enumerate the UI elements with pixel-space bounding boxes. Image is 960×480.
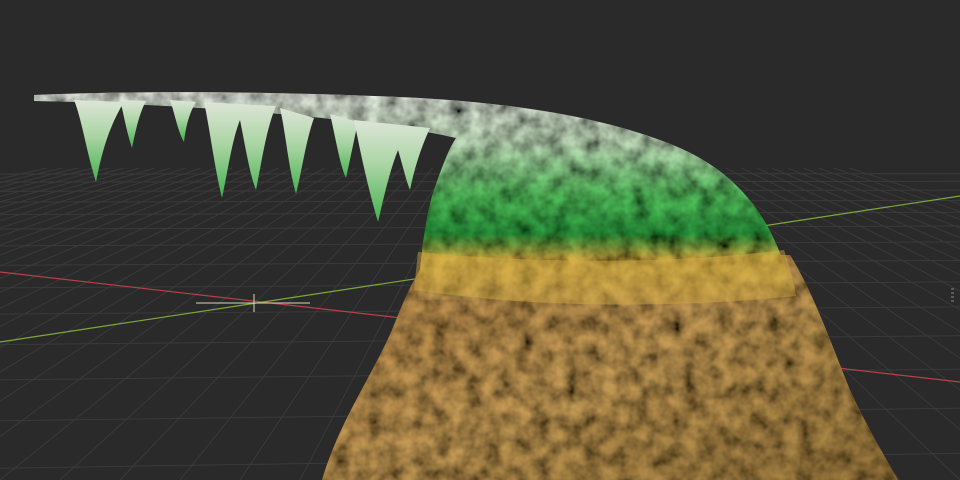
3d-viewport[interactable] bbox=[0, 0, 960, 480]
scene-canvas[interactable] bbox=[0, 0, 960, 480]
resize-handle[interactable] bbox=[951, 288, 954, 304]
